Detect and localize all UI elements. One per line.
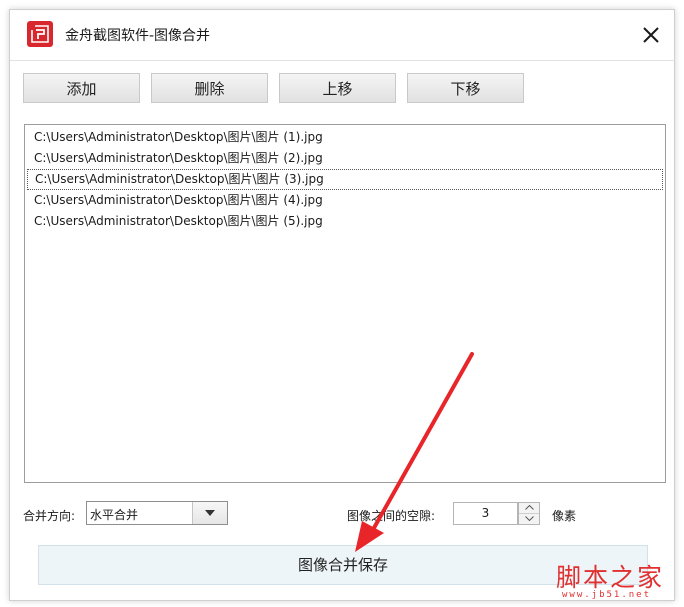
close-button[interactable] — [638, 22, 664, 48]
file-list-item[interactable]: C:\Users\Administrator\Desktop\图片\图片 (5)… — [27, 211, 663, 232]
title-bar: 金舟截图软件-图像合并 — [10, 10, 674, 61]
image-gap-label: 图像之间的空隙: — [347, 509, 436, 523]
merge-direction-label: 合并方向: — [23, 509, 76, 523]
merge-direction-select[interactable]: 水平合并 — [86, 501, 228, 525]
gap-unit-label: 像素 — [552, 509, 577, 523]
spin-down-button[interactable] — [519, 514, 539, 524]
image-gap-spinner — [518, 502, 540, 525]
app-logo-icon — [27, 21, 53, 47]
chevron-down-icon — [524, 516, 534, 521]
spin-up-button[interactable] — [519, 503, 539, 514]
file-list-item[interactable]: C:\Users\Administrator\Desktop\图片\图片 (2)… — [27, 148, 663, 169]
window-title: 金舟截图软件-图像合并 — [65, 28, 211, 44]
file-list[interactable]: C:\Users\Administrator\Desktop\图片\图片 (1)… — [24, 124, 666, 483]
close-icon — [643, 27, 659, 43]
watermark-text: 脚本之家 — [556, 563, 665, 592]
watermark-url: www.jb51.net — [562, 590, 652, 600]
add-button[interactable]: 添加 — [23, 73, 140, 103]
file-list-item[interactable]: C:\Users\Administrator\Desktop\图片\图片 (4)… — [27, 190, 663, 211]
dropdown-button[interactable] — [192, 502, 227, 524]
delete-button[interactable]: 删除 — [151, 73, 268, 103]
move-up-button[interactable]: 上移 — [279, 73, 396, 103]
file-list-item-selected[interactable]: C:\Users\Administrator\Desktop\图片\图片 (3)… — [27, 169, 663, 190]
chevron-down-icon — [205, 510, 215, 516]
merge-window: 金舟截图软件-图像合并 添加 删除 上移 下移 C:\Users\Adminis… — [9, 9, 675, 601]
merge-direction-value: 水平合并 — [90, 508, 139, 522]
image-gap-input[interactable]: 3 — [453, 502, 518, 525]
file-list-item[interactable]: C:\Users\Administrator\Desktop\图片\图片 (1)… — [27, 127, 663, 148]
chevron-up-icon — [524, 505, 534, 510]
move-down-button[interactable]: 下移 — [407, 73, 524, 103]
